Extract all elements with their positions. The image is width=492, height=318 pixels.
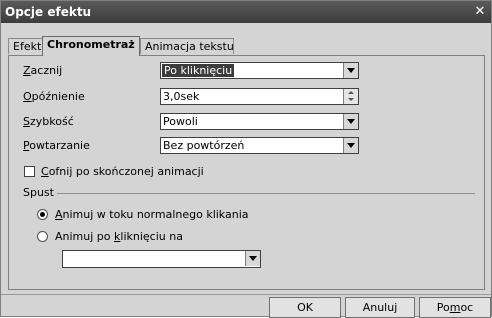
chevron-down-icon: [249, 256, 257, 261]
effect-options-dialog: Opcje efektu ✕ Efekt Chronometraż Animac…: [0, 0, 492, 318]
repeat-dropdown[interactable]: Bez powtórzeń: [160, 137, 359, 154]
close-icon[interactable]: ✕: [473, 5, 487, 19]
rewind-label: Cofnij po skończonej animacji: [41, 165, 204, 178]
rewind-checkbox[interactable]: [24, 166, 35, 177]
chevron-down-icon: [347, 68, 355, 73]
dropdown-button[interactable]: [343, 138, 358, 153]
ok-button[interactable]: OK: [269, 297, 341, 318]
delay-spinner[interactable]: 3,0sek: [160, 88, 359, 105]
radio-on-click-of[interactable]: [37, 231, 48, 242]
footer-divider: [1, 294, 491, 295]
start-value: Po kliknięciu: [162, 64, 235, 77]
tab-timing[interactable]: Chronometraż: [42, 36, 140, 56]
chevron-down-icon: [347, 119, 355, 124]
help-button[interactable]: Pomoc: [419, 297, 491, 318]
dropdown-button[interactable]: [343, 114, 358, 129]
title-bar: Opcje efektu ✕: [1, 1, 491, 23]
group-separator: [57, 193, 475, 194]
speed-value: Powoli: [163, 115, 198, 128]
radio-on-click-of-label: Animuj po kliknięciu na: [55, 230, 183, 243]
trigger-group-label: Spust: [23, 186, 54, 199]
radio-selected-dot: [40, 212, 45, 217]
tab-text-animation[interactable]: Animacja tekstu: [140, 38, 234, 54]
repeat-label: Powtarzanie: [23, 139, 90, 152]
timing-panel: Zacznij Po kliknięciu Opóźnienie 3,0sek …: [8, 55, 485, 290]
radio-normal-click-label: Animuj w toku normalnego klikania: [55, 208, 249, 221]
spin-up-icon[interactable]: [348, 91, 354, 94]
dropdown-button[interactable]: [343, 63, 358, 78]
start-label: Zacznij: [23, 64, 63, 77]
delay-value: 3,0sek: [163, 90, 200, 103]
cancel-button[interactable]: Anuluj: [345, 297, 415, 318]
radio-normal-click[interactable]: [37, 209, 48, 220]
tab-effect[interactable]: Efekt: [8, 38, 43, 54]
speed-dropdown[interactable]: Powoli: [160, 113, 359, 130]
window-title: Opcje efektu: [5, 5, 92, 19]
delay-label: Opóźnienie: [23, 90, 85, 103]
chevron-down-icon: [347, 143, 355, 148]
spin-buttons[interactable]: [343, 89, 358, 104]
dropdown-button[interactable]: [245, 251, 260, 266]
spin-down-icon[interactable]: [348, 98, 354, 101]
trigger-shape-dropdown[interactable]: [62, 250, 261, 268]
repeat-value: Bez powtórzeń: [163, 139, 245, 152]
speed-label: Szybkość: [23, 115, 74, 128]
start-dropdown[interactable]: Po kliknięciu: [160, 62, 359, 79]
